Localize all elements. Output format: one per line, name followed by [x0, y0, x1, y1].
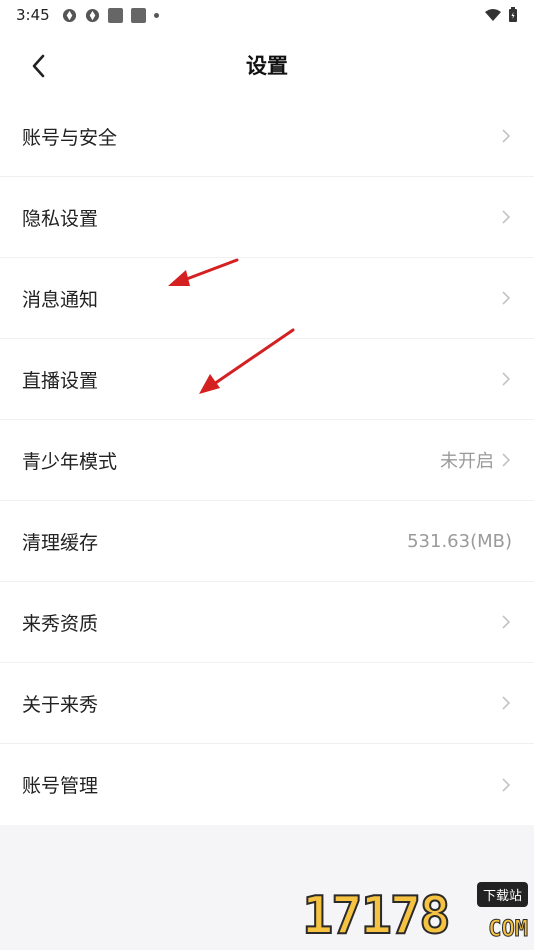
watermark-badge: 下载站 [476, 882, 528, 907]
wifi-icon [485, 9, 501, 21]
settings-item-about[interactable]: 关于来秀 [0, 663, 534, 744]
settings-item-label: 消息通知 [22, 288, 99, 311]
header: 设置 [0, 30, 534, 102]
cache-size: 531.63(MB) [407, 530, 512, 552]
settings-item-label: 账号管理 [22, 775, 99, 797]
settings-list: 账号与安全 隐私设置 消息通知 直播设置 青少年模式 未开启 清理缓存 531.… [0, 96, 534, 825]
chevron-left-icon [32, 54, 45, 78]
chevron-right-icon [500, 372, 512, 386]
battery-icon [509, 7, 517, 22]
chevron-right-icon [500, 129, 512, 143]
settings-item-label: 关于来秀 [22, 693, 99, 716]
notification-square-icon [107, 7, 123, 23]
settings-item-label: 清理缓存 [22, 531, 99, 554]
settings-item-privacy[interactable]: 隐私设置 [0, 177, 534, 258]
settings-item-label: 来秀资质 [22, 612, 99, 635]
notification-dot-icon [153, 12, 159, 18]
page-title: 设置 [246, 54, 288, 78]
settings-item-qualifications[interactable]: 来秀资质 [0, 582, 534, 663]
teen-mode-status: 未开启 [440, 451, 494, 472]
chevron-right-icon [500, 291, 512, 305]
settings-item-label: 直播设置 [22, 369, 99, 392]
settings-item-account-security[interactable]: 账号与安全 [0, 96, 534, 177]
site-watermark-logo: 17178 下载站 COM [301, 882, 529, 947]
watermark-digits: 17178 [301, 885, 452, 947]
chevron-right-icon [500, 777, 512, 792]
settings-item-live-settings[interactable]: 直播设置 [0, 339, 534, 420]
status-system-icons [484, 7, 518, 23]
chevron-right-icon [500, 615, 512, 629]
back-button[interactable] [22, 50, 54, 82]
chevron-right-icon [500, 696, 512, 710]
chevron-right-icon [500, 210, 512, 224]
watermark-suffix: COM [488, 917, 529, 943]
status-bar: 3:45 [0, 0, 534, 30]
chevron-right-icon [500, 453, 512, 467]
settings-item-label: 隐私设置 [22, 207, 99, 230]
status-notification-icons [62, 7, 159, 23]
settings-item-label: 账号与安全 [22, 126, 118, 149]
settings-item-clear-cache[interactable]: 清理缓存 531.63(MB) [0, 501, 534, 582]
settings-item-account-management[interactable]: 账号管理 [0, 744, 534, 825]
settings-item-label: 青少年模式 [22, 450, 118, 473]
status-time: 3:45 [16, 6, 50, 24]
settings-item-notifications[interactable]: 消息通知 [0, 258, 534, 339]
settings-item-teen-mode[interactable]: 青少年模式 未开启 [0, 420, 534, 501]
notification-square-icon [130, 7, 146, 23]
notification-app-icon [85, 8, 99, 22]
notification-app-icon [62, 8, 76, 22]
